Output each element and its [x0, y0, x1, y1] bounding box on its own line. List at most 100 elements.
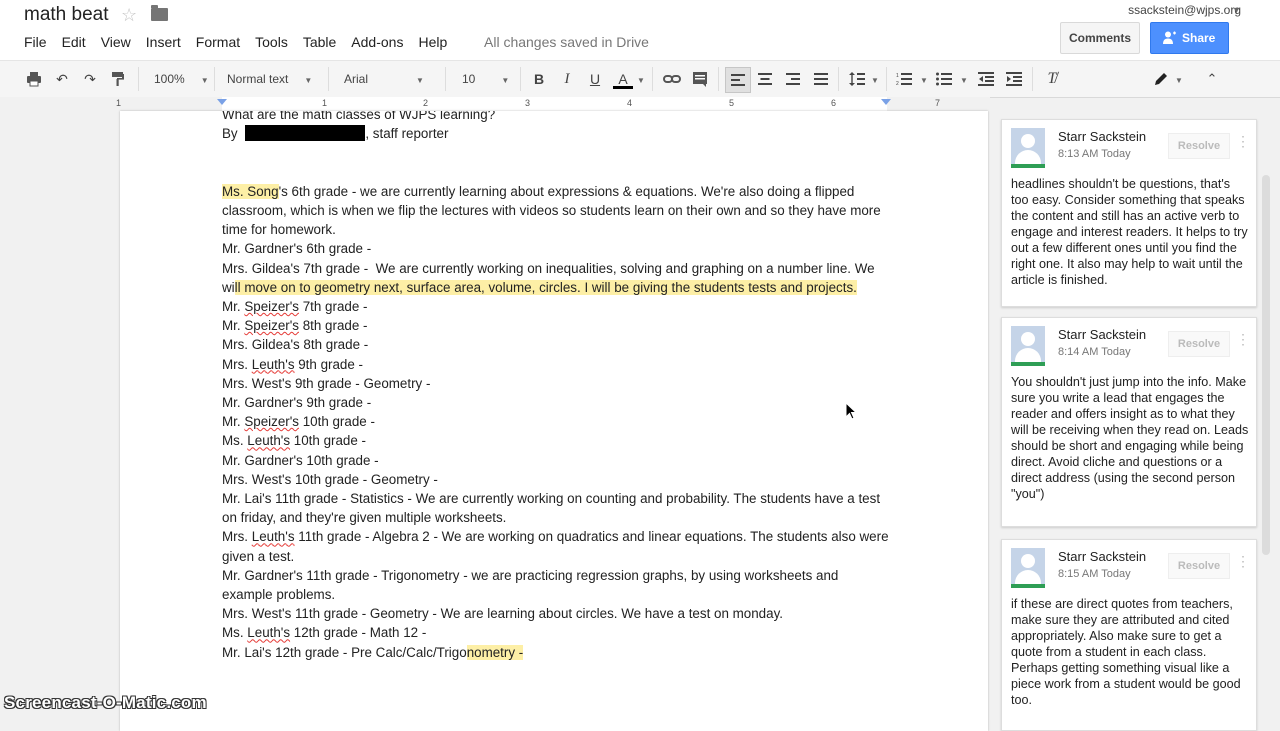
line-spacing-icon[interactable] [847, 69, 867, 89]
line-gildea-8[interactable]: Mrs. Gildea's 8th grade - [222, 335, 890, 354]
line-prefix: Ms. [222, 625, 248, 641]
text-color-button[interactable]: A [613, 69, 633, 89]
paragraph-leuth-11[interactable]: Mrs. Leuth's 11th grade - Algebra 2 - We… [222, 527, 890, 565]
print-icon[interactable] [24, 69, 44, 89]
bold-button[interactable]: B [529, 69, 549, 89]
zoom-select[interactable]: 100% ▼ [154, 69, 209, 89]
misspelled-word[interactable]: Speizer's [244, 318, 299, 333]
line-west-9[interactable]: Mrs. West's 9th grade - Geometry - [222, 374, 890, 393]
line-suffix: 8th grade - [298, 318, 368, 334]
ruler-tick: 3 [525, 98, 531, 108]
folder-icon[interactable] [151, 5, 168, 21]
misspelled-word[interactable]: Leuth's [247, 625, 290, 640]
misspelled-word[interactable]: Speizer's [244, 299, 299, 314]
star-icon[interactable]: ☆ [121, 5, 137, 26]
chevron-down-icon: ▼ [200, 76, 209, 85]
toolbar-separator [520, 67, 521, 91]
highlight-comment[interactable]: ll move on to geometry next, surface are… [234, 279, 857, 295]
line-leuth-10[interactable]: Ms. Leuth's 10th grade - [222, 431, 890, 450]
account-email[interactable]: ssackstein@wjps.org [1128, 3, 1241, 17]
line-gardner-10[interactable]: Mr. Gardner's 10th grade - [222, 451, 890, 470]
comment-icon[interactable] [690, 69, 710, 89]
italic-button[interactable]: I [557, 69, 577, 89]
bulleted-list-icon[interactable] [934, 69, 954, 89]
line-speizer-10[interactable]: Mr. Speizer's 10th grade - [222, 412, 890, 431]
right-indent-marker[interactable] [881, 99, 891, 105]
paragraph-west-11[interactable]: Mrs. West's 11th grade - Geometry - We a… [222, 604, 890, 623]
paragraph-gildea-7[interactable]: Mrs. Gildea's 7th grade - We are current… [222, 259, 890, 297]
menu-file[interactable]: File [24, 34, 47, 50]
line-suffix: 10th grade - [298, 414, 375, 430]
menu-format[interactable]: Format [196, 34, 240, 50]
line-leuth-12[interactable]: Ms. Leuth's 12th grade - Math 12 - [222, 623, 890, 642]
align-center-icon[interactable] [755, 69, 775, 89]
resolve-button[interactable]: Resolve [1168, 331, 1230, 357]
line-prefix: Mrs. [222, 529, 252, 545]
misspelled-word[interactable]: Leuth's [252, 357, 295, 372]
collapse-icon[interactable]: ⌃ [1202, 69, 1222, 89]
menu-edit[interactable]: Edit [62, 34, 86, 50]
menu-help[interactable]: Help [418, 34, 447, 50]
menu-tools[interactable]: Tools [255, 34, 288, 50]
align-right-icon[interactable] [783, 69, 803, 89]
comment-card[interactable]: Starr Sackstein 8:13 AM Today Resolve ⋮ … [1001, 119, 1257, 307]
document-page[interactable]: What are the math classes of WJPS learni… [120, 111, 988, 731]
numbered-list-icon[interactable]: 12 [894, 69, 914, 89]
font-size-select[interactable]: 10 ▼ [462, 69, 509, 89]
resolve-button[interactable]: Resolve [1168, 553, 1230, 579]
chevron-down-icon[interactable]: ▼ [871, 69, 879, 89]
increase-indent-icon[interactable] [1004, 69, 1024, 89]
line-lai-12[interactable]: Mr. Lai's 12th grade - Pre Calc/Calc/Tri… [222, 643, 890, 662]
line-leuth-9[interactable]: Mrs. Leuth's 9th grade - [222, 355, 890, 374]
style-select[interactable]: Normal text ▼ [227, 69, 312, 89]
chevron-down-icon[interactable]: ▼ [1175, 69, 1183, 89]
more-options-icon[interactable]: ⋮ [1236, 133, 1250, 150]
misspelled-word[interactable]: Leuth's [247, 433, 290, 448]
paragraph-gardner-11[interactable]: Mr. Gardner's 11th grade - Trigonometry … [222, 566, 890, 604]
line-speizer-7[interactable]: Mr. Speizer's 7th grade - [222, 297, 890, 316]
document-title[interactable]: math beat [24, 4, 109, 26]
chevron-down-icon[interactable]: ▼ [960, 69, 968, 89]
pen-icon[interactable] [1151, 69, 1171, 89]
resolve-button[interactable]: Resolve [1168, 133, 1230, 159]
highlight-comment[interactable]: nometry - [466, 644, 524, 660]
decrease-indent-icon[interactable] [976, 69, 996, 89]
link-icon[interactable] [662, 69, 682, 89]
align-left-icon[interactable] [725, 67, 751, 93]
paragraph-song[interactable]: Ms. Song's 6th grade - we are currently … [222, 182, 890, 240]
more-options-icon[interactable]: ⋮ [1236, 553, 1250, 570]
doc-headline[interactable]: What are the math classes of WJPS learni… [222, 111, 890, 124]
indent-marker[interactable] [217, 99, 227, 105]
clear-formatting-icon[interactable]: T̸ [1042, 69, 1062, 89]
menu-view[interactable]: View [101, 34, 131, 50]
undo-icon[interactable]: ↶ [52, 69, 72, 89]
line-gardner-6[interactable]: Mr. Gardner's 6th grade - [222, 239, 890, 258]
share-button[interactable]: Share [1150, 22, 1229, 54]
chevron-down-icon[interactable]: ▼ [637, 69, 645, 89]
line-west-10[interactable]: Mrs. West's 10th grade - Geometry - [222, 470, 890, 489]
font-select[interactable]: Arial ▼ [344, 69, 424, 89]
chevron-down-icon[interactable]: ▼ [920, 69, 928, 89]
menu-insert[interactable]: Insert [146, 34, 181, 50]
justify-icon[interactable] [811, 69, 831, 89]
line-speizer-8[interactable]: Mr. Speizer's 8th grade - [222, 316, 890, 335]
doc-byline[interactable]: By , staff reporter [222, 124, 890, 143]
document-body[interactable]: What are the math classes of WJPS learni… [222, 111, 890, 662]
comment-card[interactable]: Starr Sackstein 8:15 AM Today Resolve ⋮ … [1001, 539, 1257, 731]
paint-format-icon[interactable] [108, 69, 128, 89]
paragraph-lai-11[interactable]: Mr. Lai's 11th grade - Statistics - We a… [222, 489, 890, 527]
menu-table[interactable]: Table [303, 34, 336, 50]
line-gardner-9[interactable]: Mr. Gardner's 9th grade - [222, 393, 890, 412]
comments-button[interactable]: Comments [1060, 22, 1140, 54]
chevron-down-icon[interactable]: ▼ [1232, 5, 1241, 15]
misspelled-word[interactable]: Leuth's [252, 529, 295, 544]
scrollbar[interactable] [1262, 175, 1270, 555]
highlight-comment[interactable]: Ms. Song [222, 183, 279, 199]
underline-button[interactable]: U [585, 69, 605, 89]
line-suffix: 9th grade - [294, 356, 363, 372]
more-options-icon[interactable]: ⋮ [1236, 331, 1250, 348]
menu-addons[interactable]: Add-ons [351, 34, 403, 50]
misspelled-word[interactable]: Speizer's [244, 414, 299, 429]
redo-icon[interactable]: ↷ [80, 69, 100, 89]
comment-card[interactable]: Starr Sackstein 8:14 AM Today Resolve ⋮ … [1001, 317, 1257, 527]
